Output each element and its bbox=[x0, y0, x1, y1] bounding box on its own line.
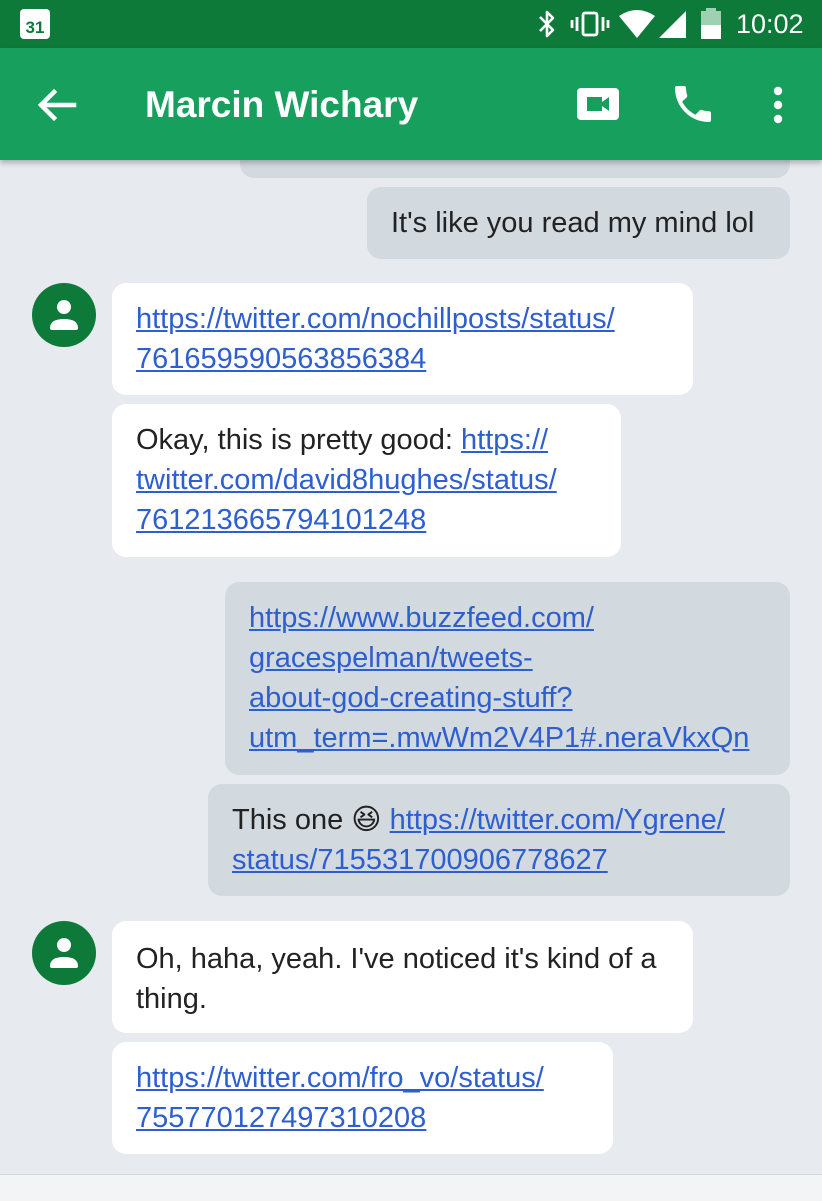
more-vert-icon bbox=[773, 86, 783, 124]
message-link[interactable]: status/715531700906778627 bbox=[232, 844, 608, 876]
status-bar: 31 10:02 bbox=[0, 0, 822, 48]
message-bubble-outgoing[interactable]: This one 😆 https://twitter.com/Ygrene/ s… bbox=[208, 784, 790, 896]
message-link[interactable]: https:// bbox=[461, 424, 548, 456]
message-link[interactable]: https://twitter.com/fro_vo/status/ bbox=[136, 1062, 544, 1094]
message-link[interactable]: 761213665794101248 bbox=[136, 504, 426, 536]
message-text: Oh, haha, yeah. I've noticed it's kind o… bbox=[136, 943, 657, 975]
message-link[interactable]: https://www.buzzfeed.com/ bbox=[249, 602, 594, 634]
more-options-button[interactable] bbox=[760, 82, 796, 128]
signal-icon bbox=[659, 11, 686, 38]
wifi-icon bbox=[619, 10, 655, 38]
calendar-day: 31 bbox=[25, 18, 45, 37]
laughing-emoji-icon: 😆 bbox=[351, 804, 382, 836]
message-link[interactable]: about-god-creating-stuff? bbox=[249, 682, 573, 714]
message-link[interactable]: 755770127497310208 bbox=[136, 1102, 426, 1134]
message-text: It's like you read my mind lol bbox=[391, 207, 755, 239]
clock: 10:02 bbox=[736, 9, 804, 39]
message-bubble-incoming[interactable]: Oh, haha, yeah. I've noticed it's kind o… bbox=[112, 921, 693, 1033]
compose-area-edge bbox=[0, 1174, 822, 1201]
phone-call-button[interactable] bbox=[668, 80, 718, 128]
message-bubble-incoming[interactable]: https://twitter.com/nochillposts/status/… bbox=[112, 283, 693, 395]
bluetooth-icon bbox=[539, 10, 555, 38]
message-text: thing. bbox=[136, 983, 207, 1015]
phone-icon bbox=[675, 86, 711, 122]
vibrate-icon bbox=[570, 11, 610, 37]
message-bubble-outgoing[interactable]: It's like you read my mind lol bbox=[367, 187, 790, 259]
message-bubble-outgoing[interactable]: https://www.buzzfeed.com/ gracespelman/t… bbox=[225, 582, 790, 775]
message-link[interactable]: utm_term=.mwWm2V4P1#.neraVkxQn bbox=[249, 722, 749, 754]
video-call-button[interactable] bbox=[574, 84, 624, 124]
app-bar: Marcin Wichary bbox=[0, 48, 822, 160]
person-icon bbox=[50, 300, 78, 330]
message-bubble-incoming[interactable]: Okay, this is pretty good: https:// twit… bbox=[112, 404, 621, 557]
message-link[interactable]: twitter.com/david8hughes/status/ bbox=[136, 464, 557, 496]
back-arrow-icon bbox=[37, 88, 77, 122]
message-text: This one bbox=[232, 804, 344, 836]
battery-icon bbox=[701, 8, 721, 39]
message-text: Okay, this is pretty good: bbox=[136, 424, 462, 456]
calendar-icon: 31 bbox=[20, 9, 50, 39]
contact-avatar[interactable] bbox=[32, 921, 96, 985]
contact-avatar[interactable] bbox=[32, 283, 96, 347]
person-icon bbox=[50, 938, 78, 968]
back-button[interactable] bbox=[30, 82, 80, 128]
conversation-title: Marcin Wichary bbox=[145, 84, 419, 125]
message-link[interactable]: https://twitter.com/nochillposts/status/ bbox=[136, 303, 615, 335]
message-link[interactable]: gracespelman/tweets- bbox=[249, 642, 533, 674]
video-call-icon bbox=[577, 88, 619, 120]
message-bubble-incoming[interactable]: https://twitter.com/fro_vo/status/ 75577… bbox=[112, 1042, 613, 1154]
message-link[interactable]: 761659590563856384 bbox=[136, 343, 426, 375]
message-link[interactable]: https://twitter.com/Ygrene/ bbox=[390, 804, 725, 836]
